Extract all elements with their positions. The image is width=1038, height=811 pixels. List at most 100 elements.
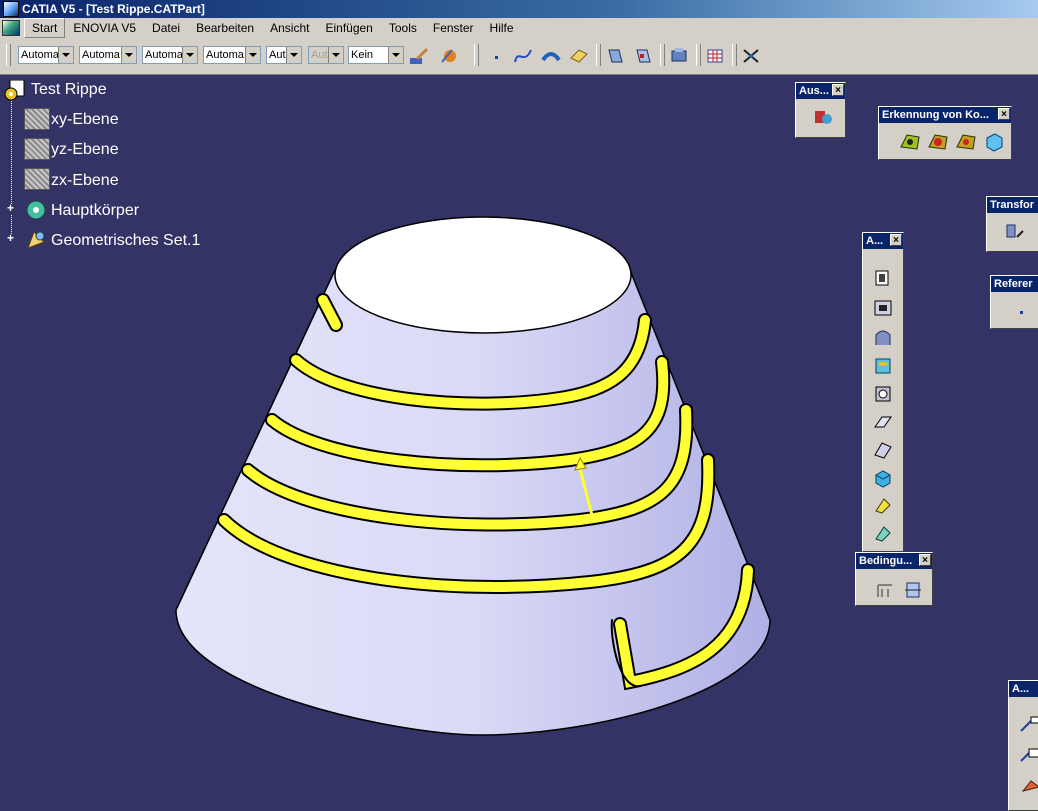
grid-icon[interactable] (704, 46, 726, 66)
line-type-value: Automa (206, 49, 244, 61)
fill-color-combo[interactable]: Automa (18, 46, 74, 64)
point-type-combo[interactable]: Aut (266, 46, 302, 64)
toolbar-title[interactable]: Referer (991, 276, 1038, 292)
layer-combo[interactable]: Kein (348, 46, 404, 64)
constraint-dialog-icon[interactable] (902, 579, 924, 601)
tree-connector-line (11, 98, 13, 244)
floating-toolbar-aus[interactable]: Aus... × (795, 82, 846, 138)
floating-toolbar-reference-elements[interactable]: Referer (990, 275, 1038, 329)
measure-item-icon[interactable] (812, 105, 834, 127)
point-type-value: Aut (269, 49, 286, 61)
body-gear-icon (26, 200, 46, 220)
rib-icon[interactable] (872, 411, 894, 433)
toolbar-title-text: Erkennung von Ko... (882, 109, 989, 121)
menu-ansicht[interactable]: Ansicht (262, 19, 317, 37)
floating-toolbar-a-vertical[interactable]: A... × (862, 232, 904, 552)
3d-annotation-icon[interactable] (1019, 775, 1038, 797)
chevron-down-icon[interactable] (245, 47, 260, 63)
close-icon[interactable]: × (998, 108, 1010, 120)
window-title: CATIA V5 - [Test Rippe.CATPart] (22, 2, 205, 16)
floating-toolbar-annotations[interactable]: A... (1008, 680, 1038, 811)
chevron-down-icon[interactable] (58, 47, 73, 63)
menu-bar: Start ENOVIA V5 Datei Bearbeiten Ansicht… (0, 18, 1038, 39)
chevron-down-icon[interactable] (121, 47, 136, 63)
plane-icon[interactable] (568, 46, 590, 66)
feature-recognition-icon[interactable] (899, 131, 921, 153)
toolbar-grip[interactable] (474, 44, 479, 66)
menu-bearbeiten[interactable]: Bearbeiten (188, 19, 262, 37)
toolbar-title[interactable]: A... (1009, 681, 1038, 697)
toolbar-grip[interactable] (6, 44, 11, 66)
slot-icon[interactable] (872, 439, 894, 461)
close-icon[interactable]: × (890, 234, 902, 246)
toolbar-grip[interactable] (660, 44, 665, 66)
painter-brush-icon[interactable] (408, 46, 430, 66)
menu-einfuegen[interactable]: Einfügen (317, 19, 380, 37)
solid-combine-icon[interactable] (872, 467, 894, 489)
toolbar-title[interactable]: Transfor (987, 197, 1038, 213)
expand-plus-icon[interactable]: + (5, 202, 16, 215)
catalog-browser-icon[interactable] (668, 46, 690, 66)
layer-disabled-combo: Aut (308, 46, 344, 64)
menu-datei[interactable]: Datei (144, 19, 188, 37)
line-type-combo[interactable]: Automa (203, 46, 261, 64)
floating-toolbar-constraints[interactable]: Bedingu... × (855, 552, 933, 606)
hole-icon[interactable] (872, 355, 894, 377)
tree-item-label: yz-Ebene (51, 141, 119, 158)
toolbar-title[interactable]: A... × (863, 233, 903, 249)
constraint-icon[interactable] (874, 579, 896, 601)
close-icon[interactable]: × (832, 84, 844, 96)
cube-icon[interactable] (983, 131, 1005, 153)
toolbar-grip[interactable] (696, 44, 701, 66)
compass-icon[interactable] (740, 46, 762, 66)
chevron-down-icon[interactable] (388, 47, 403, 63)
walk-mode-icon[interactable] (632, 46, 654, 66)
catia-app-icon (3, 1, 19, 17)
transparency-combo[interactable]: Automa (79, 46, 137, 64)
toolbar-title[interactable]: Erkennung von Ko... × (879, 107, 1011, 123)
toolbar-title[interactable]: Aus... × (796, 83, 845, 99)
multi-section-solid-icon[interactable] (872, 495, 894, 517)
tree-item-label: zx-Ebene (51, 172, 119, 189)
title-bar: CATIA V5 - [Test Rippe.CATPart] (0, 0, 1038, 18)
part-document-icon[interactable] (4, 80, 26, 102)
tree-root-label[interactable]: Test Rippe (31, 81, 107, 103)
floating-toolbar-erkennung[interactable]: Erkennung von Ko... × (878, 106, 1012, 160)
toolbar-grip[interactable] (732, 44, 737, 66)
chevron-down-icon[interactable] (286, 47, 301, 63)
line-thickness-combo[interactable]: Automa (142, 46, 198, 64)
removed-multi-section-icon[interactable] (872, 523, 894, 545)
text-annotation-icon[interactable] (1019, 715, 1038, 737)
feature-recognition-red-icon[interactable] (927, 131, 949, 153)
feature-recognition-local-icon[interactable] (955, 131, 977, 153)
layer-value: Kein (351, 49, 374, 61)
chevron-down-icon (328, 47, 343, 63)
toolbar-title[interactable]: Bedingu... × (856, 553, 932, 569)
translation-icon[interactable] (1003, 221, 1025, 243)
close-icon[interactable]: × (919, 554, 931, 566)
chevron-down-icon[interactable] (182, 47, 197, 63)
pocket-icon[interactable] (872, 297, 894, 319)
document-system-icon[interactable] (2, 20, 20, 36)
extrude-icon[interactable] (872, 267, 894, 289)
shaft-icon[interactable] (872, 327, 894, 349)
expand-plus-icon[interactable]: + (5, 232, 16, 245)
flag-note-icon[interactable] (1019, 745, 1038, 767)
menu-hilfe[interactable]: Hilfe (482, 19, 522, 37)
groove-icon[interactable] (872, 383, 894, 405)
point-icon[interactable] (486, 46, 508, 66)
multi-selection-icon[interactable] (438, 46, 460, 66)
floating-toolbar-transformation[interactable]: Transfor (986, 196, 1038, 252)
fly-mode-icon[interactable] (604, 46, 626, 66)
menu-fenster[interactable]: Fenster (425, 19, 482, 37)
sweep-icon[interactable] (540, 46, 562, 66)
spline-icon[interactable] (512, 46, 534, 66)
toolbar-grip[interactable] (596, 44, 601, 66)
plane-icon (24, 168, 50, 190)
point-icon[interactable] (1011, 302, 1033, 324)
menu-start[interactable]: Start (24, 18, 66, 38)
tree-item-label: Hauptkörper (51, 202, 140, 219)
layer-disabled-value: Aut (311, 49, 328, 61)
menu-enovia[interactable]: ENOVIA V5 (65, 19, 144, 37)
menu-tools[interactable]: Tools (381, 19, 425, 37)
